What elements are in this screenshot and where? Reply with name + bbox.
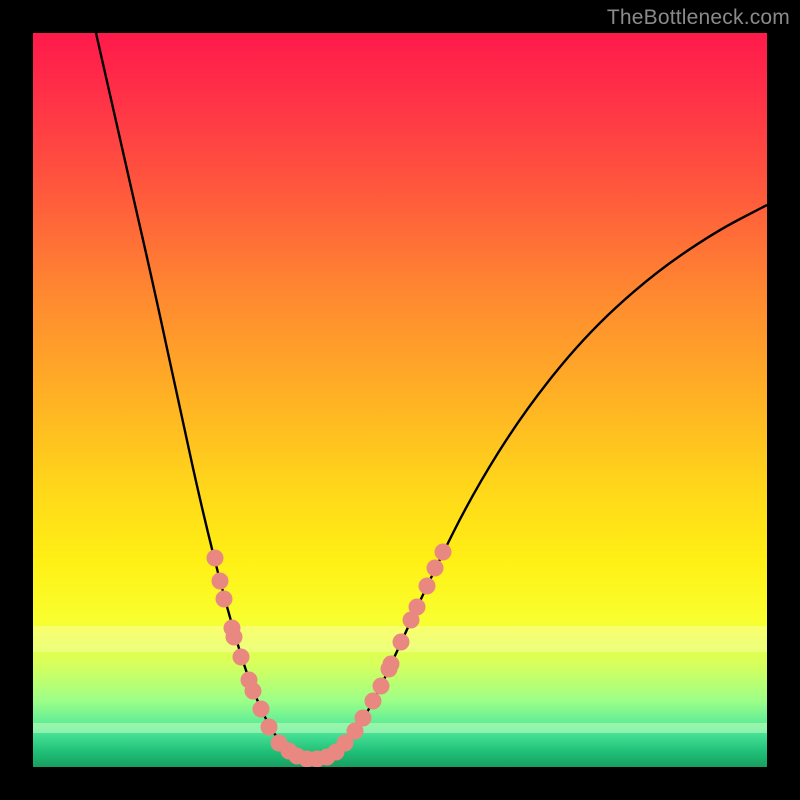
data-marker [226, 629, 243, 646]
data-marker [212, 573, 229, 590]
data-marker [355, 710, 372, 727]
watermark-text: TheBottleneck.com [607, 6, 790, 30]
bottleneck-curve [96, 33, 767, 759]
data-marker [253, 701, 270, 718]
data-marker [409, 599, 426, 616]
data-marker [261, 719, 278, 736]
data-marker [383, 656, 400, 673]
data-marker [207, 550, 224, 567]
chart-plot-area [33, 33, 767, 767]
data-marker [419, 578, 436, 595]
data-marker [233, 649, 250, 666]
data-marker [393, 634, 410, 651]
data-marker [373, 678, 390, 695]
data-marker [365, 693, 382, 710]
data-marker [245, 683, 262, 700]
data-marker [427, 560, 444, 577]
data-marker [216, 591, 233, 608]
data-marker [435, 544, 452, 561]
chart-svg [33, 33, 767, 767]
marker-group [207, 544, 452, 768]
